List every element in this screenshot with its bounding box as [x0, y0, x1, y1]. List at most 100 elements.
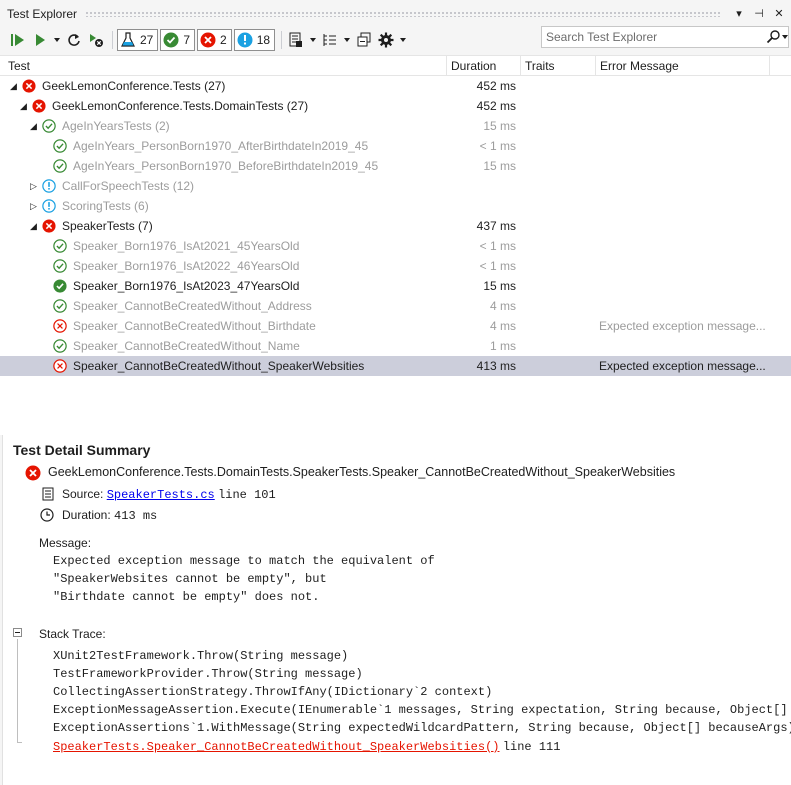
tree-row-label: AgeInYears_PersonBorn1970_BeforeBirthdat…: [73, 159, 379, 173]
cancel-button[interactable]: [86, 30, 106, 50]
total-tests-filter[interactable]: 27: [117, 29, 159, 51]
window-menu-button[interactable]: ▾: [731, 6, 747, 22]
toolbar-separator: [112, 31, 113, 49]
cancel-run-icon: [90, 34, 103, 47]
tree-row[interactable]: Speaker_Born1976_IsAt2022_46YearsOld < 1 …: [0, 256, 791, 276]
pin-button[interactable]: ⊣: [751, 6, 767, 22]
stack-trace-label: Stack Trace:: [39, 627, 106, 641]
stack-trace-collapse-toggle[interactable]: [13, 628, 22, 637]
chevron-down-icon: [54, 38, 60, 42]
failed-count: 2: [220, 33, 227, 47]
tree-row[interactable]: ◢ GeekLemonConference.Tests (27) 452 ms: [0, 76, 791, 96]
title-grip[interactable]: [85, 11, 721, 17]
stack-frame: ExceptionMessageAssertion.Execute(IEnume…: [53, 703, 791, 717]
expanded-arrow-icon[interactable]: ◢: [30, 120, 40, 132]
run-all-button[interactable]: [8, 30, 28, 50]
tree-row[interactable]: ▷ ScoringTests (6): [0, 196, 791, 216]
stack-source-link[interactable]: SpeakerTests.Speaker_CannotBeCreatedWith…: [53, 740, 499, 754]
tree-row[interactable]: Speaker_CannotBeCreatedWithout_SpeakerWe…: [0, 356, 791, 376]
duration-row: Duration: 413 ms: [62, 508, 157, 523]
toolbar-separator: [281, 31, 283, 49]
tree-row-label: ScoringTests (6): [62, 199, 149, 213]
tree-row-label: Speaker_Born1976_IsAt2022_46YearsOld: [73, 259, 300, 273]
run-icon: [36, 34, 45, 46]
message-label: Message:: [39, 536, 92, 550]
chevron-down-icon: [400, 38, 407, 42]
search-button[interactable]: [766, 30, 788, 44]
stack-frame-source: SpeakerTests.Speaker_CannotBeCreatedWith…: [53, 737, 791, 755]
failed-tests-filter[interactable]: 2: [197, 29, 232, 51]
rerun-failed-button[interactable]: [64, 30, 84, 50]
tree-row-label: GeekLemonConference.Tests.DomainTests (2…: [52, 99, 309, 113]
tree-row[interactable]: AgeInYears_PersonBorn1970_AfterBirthdate…: [0, 136, 791, 156]
tree-row-duration: 15 ms: [483, 159, 516, 173]
expand-collapse-button[interactable]: [354, 30, 374, 50]
expanded-arrow-icon[interactable]: ◢: [30, 220, 40, 232]
tree-row[interactable]: ◢ GeekLemonConference.Tests.DomainTests (…: [0, 96, 791, 116]
collapsed-arrow-icon[interactable]: ▷: [30, 180, 40, 192]
group-by-icon: [323, 34, 337, 46]
title-bar: Test Explorer ▾ ⊣ ✕: [0, 0, 791, 28]
message-line: "Birthdate cannot be empty" does not.: [53, 590, 320, 604]
tree-row[interactable]: AgeInYears_PersonBorn1970_BeforeBirthdat…: [0, 156, 791, 176]
tree-row-label: Speaker_CannotBeCreatedWithout_Name: [73, 339, 300, 353]
tree-row[interactable]: Speaker_CannotBeCreatedWithout_Birthdate…: [0, 316, 791, 336]
search-input[interactable]: [542, 27, 766, 47]
stack-tree-line: [17, 639, 18, 743]
flask-icon: [121, 32, 135, 47]
tree-row[interactable]: Speaker_CannotBeCreatedWithout_Name 1 ms: [0, 336, 791, 356]
settings-button[interactable]: [376, 30, 396, 50]
expanded-arrow-icon[interactable]: ◢: [20, 100, 30, 112]
expanded-arrow-icon[interactable]: ◢: [10, 80, 20, 92]
passed-icon: [53, 259, 67, 273]
group-by-button[interactable]: [320, 30, 340, 50]
column-header: Test Duration Traits Error Message: [0, 55, 791, 76]
tree-row-duration: < 1 ms: [479, 259, 516, 273]
close-button[interactable]: ✕: [771, 6, 787, 22]
column-traits[interactable]: Traits: [521, 56, 596, 76]
run-dropdown[interactable]: [52, 30, 62, 50]
not-run-tests-filter[interactable]: 18: [233, 29, 276, 51]
passed-count: 7: [183, 33, 191, 47]
tree-row[interactable]: ◢ SpeakerTests (7) 437 ms: [0, 216, 791, 236]
tree-row-label: Speaker_CannotBeCreatedWithout_Birthdate: [73, 319, 316, 333]
tree-row[interactable]: Speaker_CannotBeCreatedWithout_Address 4 …: [0, 296, 791, 316]
column-test[interactable]: Test: [4, 56, 447, 76]
duration-value: 413 ms: [114, 509, 158, 523]
tree-row-label: Speaker_Born1976_IsAt2021_45YearsOld: [73, 239, 300, 253]
column-error-message[interactable]: Error Message: [596, 56, 770, 76]
tree-row-duration: 413 ms: [476, 359, 516, 373]
detail-heading: Test Detail Summary: [13, 442, 151, 458]
tree-row-label: CallForSpeechTests (12): [62, 179, 195, 193]
source-label: Source:: [62, 487, 104, 501]
source-file-link[interactable]: SpeakerTests.cs: [107, 488, 215, 502]
playlist-dropdown[interactable]: [308, 30, 318, 50]
run-all-icon: [11, 34, 24, 46]
tree-row[interactable]: Speaker_Born1976_IsAt2023_47YearsOld 15 m…: [0, 276, 791, 296]
source-row: Source: SpeakerTests.cs line 101: [62, 487, 276, 502]
test-counters: 27 7 2 18: [117, 29, 277, 51]
source-line: line 101: [218, 488, 276, 502]
group-by-dropdown[interactable]: [342, 30, 352, 50]
tree-row[interactable]: ▷ CallForSpeechTests (12): [0, 176, 791, 196]
passed-icon: [53, 279, 67, 293]
stack-frame: XUnit2TestFramework.Throw(String message…: [53, 649, 349, 663]
failed-icon: [53, 359, 67, 373]
tree-row-duration: 452 ms: [476, 79, 516, 93]
column-duration[interactable]: Duration: [447, 56, 521, 76]
tree-row-duration: < 1 ms: [479, 239, 516, 253]
passed-tests-filter[interactable]: 7: [160, 29, 196, 51]
tree-row[interactable]: ◢ AgeInYearsTests (2) 15 ms: [0, 116, 791, 136]
tree-row[interactable]: Speaker_Born1976_IsAt2021_45YearsOld < 1 …: [0, 236, 791, 256]
passed-icon: [53, 239, 67, 253]
settings-dropdown[interactable]: [398, 30, 408, 50]
failed-icon: [200, 32, 216, 48]
playlist-button[interactable]: [286, 30, 306, 50]
tree-row-duration: < 1 ms: [479, 139, 516, 153]
passed-icon: [53, 339, 67, 353]
tree-row-label: AgeInYears_PersonBorn1970_AfterBirthdate…: [73, 139, 369, 153]
run-button[interactable]: [30, 30, 50, 50]
chevron-down-icon: [344, 38, 351, 42]
collapsed-arrow-icon[interactable]: ▷: [30, 200, 40, 212]
tree-row-label: Speaker_CannotBeCreatedWithout_SpeakerWe…: [73, 359, 365, 373]
